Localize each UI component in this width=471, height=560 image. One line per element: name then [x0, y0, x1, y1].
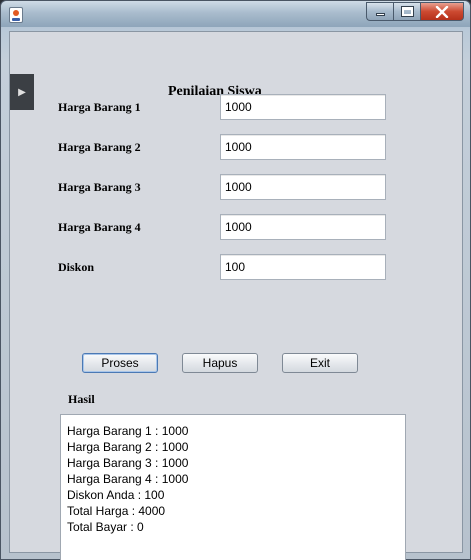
input-harga-barang-4[interactable]: 1000	[220, 214, 386, 240]
result-line: Harga Barang 4 : 1000	[67, 472, 189, 486]
input-harga-barang-1[interactable]: 1000	[220, 94, 386, 120]
input-harga-barang-3[interactable]: 1000	[220, 174, 386, 200]
label-harga-barang-4: Harga Barang 4	[58, 220, 141, 234]
form-panel: ▶ Penilaian Siswa Harga Barang 1 1000 Ha…	[9, 31, 463, 560]
expand-arrow-icon[interactable]: ▶	[10, 74, 34, 110]
result-line: Total Bayar : 0	[67, 520, 144, 534]
java-icon	[9, 7, 23, 23]
result-textarea[interactable]: Harga Barang 1 : 1000 Harga Barang 2 : 1…	[60, 414, 406, 560]
label-harga-barang-2: Harga Barang 2	[58, 140, 141, 154]
maximize-button[interactable]	[393, 2, 420, 21]
label-harga-barang-3: Harga Barang 3	[58, 180, 141, 194]
label-diskon: Diskon	[58, 260, 95, 274]
result-line: Total Harga : 4000	[67, 504, 166, 518]
proses-button[interactable]: Proses	[82, 353, 158, 373]
title-bar[interactable]	[1, 1, 470, 27]
result-line: Diskon Anda : 100	[67, 488, 165, 502]
result-line: Harga Barang 1 : 1000	[67, 424, 189, 438]
input-diskon[interactable]: 100	[220, 254, 386, 280]
window-controls	[366, 2, 464, 21]
exit-button[interactable]: Exit	[282, 353, 358, 373]
close-icon	[435, 5, 449, 18]
close-button[interactable]	[420, 2, 464, 21]
app-window: ▶ Penilaian Siswa Harga Barang 1 1000 Ha…	[0, 0, 471, 560]
maximize-icon	[400, 6, 414, 17]
result-line: Harga Barang 2 : 1000	[67, 440, 189, 454]
minimize-icon	[375, 13, 385, 16]
label-harga-barang-1: Harga Barang 1	[58, 100, 141, 114]
minimize-button[interactable]	[366, 2, 393, 21]
result-line: Harga Barang 3 : 1000	[67, 456, 189, 470]
input-harga-barang-2[interactable]: 1000	[220, 134, 386, 160]
hapus-button[interactable]: Hapus	[182, 353, 258, 373]
hasil-label: Hasil	[68, 392, 95, 406]
